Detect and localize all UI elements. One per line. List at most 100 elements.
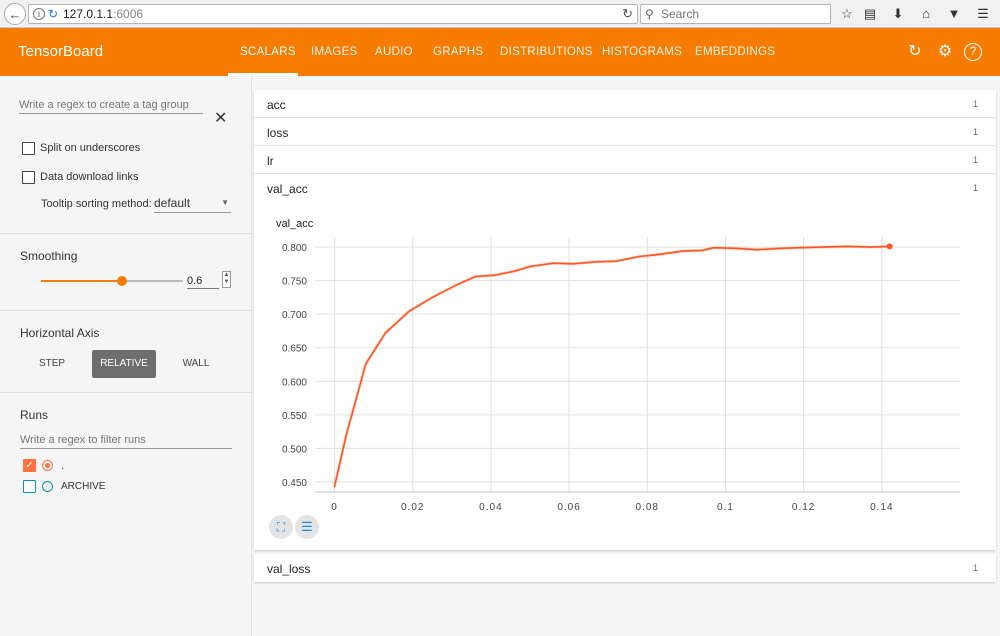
- data-point: [529, 265, 531, 268]
- tooltip-sort-select[interactable]: default ▼: [154, 196, 231, 213]
- category-name: acc: [267, 98, 286, 112]
- horizontal-axis-title: Horizontal Axis: [20, 326, 100, 340]
- download-icon[interactable]: ⬇: [889, 5, 907, 23]
- tab-scalars[interactable]: SCALARS: [240, 46, 296, 58]
- run-checkbox[interactable]: ✓: [23, 459, 36, 472]
- data-point: [779, 247, 781, 250]
- chart-card: val_acc 0.450 0.500 0.550 0.600 0.650 0.700 0.…: [254, 202, 996, 550]
- download-links-label: Data download links: [40, 171, 139, 183]
- tooltip-sort-label: Tooltip sorting method:: [41, 198, 152, 210]
- data-point: [494, 274, 496, 277]
- x-tick-label: 0: [331, 502, 338, 513]
- run-name: ARCHIVE: [61, 481, 106, 492]
- data-point: [615, 260, 617, 262]
- series-raw-line: [333, 244, 890, 487]
- data-point: [345, 434, 348, 436]
- data-point: [552, 262, 555, 264]
- tag-group-regex-input[interactable]: Write a regex to create a tag group: [19, 99, 203, 114]
- refresh-icon[interactable]: ↻: [905, 42, 925, 62]
- runs-regex-input[interactable]: Write a regex to filter runs: [20, 434, 232, 449]
- smoothing-value-input[interactable]: 0.6: [187, 275, 219, 289]
- info-icon[interactable]: i: [33, 8, 45, 20]
- y-tick-label: 0.650: [282, 344, 307, 355]
- browser-toolbar: ← i ↻ 127.0.1.1:6006 ↻ ⚲ Search ☆ ▤ ⬇ ⌂ …: [0, 0, 1000, 28]
- data-point: [886, 243, 893, 250]
- search-icon: ⚲: [645, 7, 654, 21]
- smoothing-slider-track[interactable]: [41, 280, 183, 282]
- tab-histograms[interactable]: HISTOGRAMS: [602, 46, 682, 58]
- data-point: [572, 263, 574, 265]
- split-underscores-checkbox[interactable]: [22, 142, 35, 155]
- run-radio[interactable]: [42, 481, 53, 492]
- split-underscores-label: Split on underscores: [40, 142, 141, 154]
- app-header: TensorBoard SCALARS IMAGES AUDIO GRAPHS …: [0, 28, 1000, 76]
- data-point: [408, 310, 410, 313]
- run-radio[interactable]: [42, 460, 53, 471]
- star-icon[interactable]: ☆: [838, 5, 856, 23]
- search-input[interactable]: ⚲ Search: [640, 4, 831, 24]
- data-point: [701, 249, 703, 252]
- smoothing-slider-thumb[interactable]: [116, 276, 127, 286]
- category-count: 1: [972, 155, 978, 165]
- settings-icon[interactable]: ⚙: [935, 42, 955, 62]
- pocket-icon[interactable]: ▼: [945, 5, 963, 23]
- category-acc[interactable]: acc 1: [254, 90, 996, 118]
- run-checkbox[interactable]: [23, 480, 36, 493]
- menu-icon[interactable]: ☰: [974, 5, 992, 23]
- category-val-acc[interactable]: val_acc 1: [254, 174, 996, 202]
- smoothing-slider-fill: [41, 280, 122, 282]
- category-loss[interactable]: loss 1: [254, 118, 996, 146]
- y-tick-label: 0.600: [282, 377, 307, 388]
- run-radio-dot: [44, 462, 50, 468]
- data-point: [755, 248, 758, 251]
- category-count: 1: [972, 99, 978, 109]
- category-count: 1: [972, 127, 978, 137]
- axis-step-button[interactable]: STEP: [26, 350, 78, 378]
- line-chart[interactable]: 0.450 0.500 0.550 0.600 0.650 0.700 0.750 0.800…: [254, 202, 996, 550]
- chevron-down-icon: ▼: [221, 198, 229, 207]
- download-links-checkbox[interactable]: [22, 171, 35, 184]
- url-port: :6006: [113, 7, 144, 21]
- axis-wall-button[interactable]: WALL: [170, 350, 222, 378]
- home-icon[interactable]: ⌂: [917, 5, 935, 23]
- category-name: val_acc: [267, 182, 308, 196]
- tab-images[interactable]: IMAGES: [311, 46, 358, 58]
- back-icon[interactable]: ←: [4, 3, 26, 25]
- data-point: [454, 284, 457, 287]
- y-tick-label: 0.450: [282, 478, 307, 489]
- tab-graphs[interactable]: GRAPHS: [433, 46, 483, 58]
- url-bar[interactable]: i ↻ 127.0.1.1:6006 ↻: [28, 4, 638, 24]
- category-lr[interactable]: lr 1: [254, 146, 996, 174]
- smoothing-section: [0, 234, 252, 311]
- data-point: [384, 332, 387, 334]
- x-tick-label: 0.14: [870, 502, 893, 513]
- x-tick-label: 0.12: [792, 502, 815, 513]
- data-point: [513, 270, 516, 273]
- reading-list-icon[interactable]: ▤: [861, 5, 879, 23]
- smoothing-spinner[interactable]: ▲ ▼: [222, 271, 231, 288]
- category-val-loss[interactable]: val_loss 1: [254, 554, 996, 582]
- sidebar: Write a regex to create a tag group ✕ Sp…: [0, 76, 252, 636]
- x-tick-label: 0.04: [479, 502, 502, 513]
- data-point: [822, 246, 824, 248]
- data-point: [736, 247, 738, 250]
- data-point: [681, 250, 684, 252]
- data-point: [638, 255, 641, 258]
- close-icon[interactable]: ✕: [214, 108, 227, 128]
- reload-icon[interactable]: ↻: [622, 5, 633, 23]
- toggle-log-scale-icon[interactable]: ☰: [295, 515, 319, 539]
- tab-distributions[interactable]: DISTRIBUTIONS: [500, 46, 593, 58]
- axis-relative-button[interactable]: RELATIVE: [92, 350, 156, 378]
- category-count: 1: [972, 563, 978, 573]
- smoothing-title: Smoothing: [20, 249, 78, 263]
- data-point: [845, 245, 848, 248]
- expand-icon[interactable]: ⛶: [269, 515, 293, 539]
- y-tick-label: 0.800: [282, 243, 307, 254]
- tab-embeddings[interactable]: EMBEDDINGS: [695, 46, 775, 58]
- data-point: [798, 246, 801, 249]
- category-name: val_loss: [267, 562, 311, 576]
- run-name: .: [61, 460, 65, 472]
- data-point: [595, 261, 598, 263]
- help-icon[interactable]: ?: [964, 43, 982, 61]
- tab-audio[interactable]: AUDIO: [375, 46, 413, 58]
